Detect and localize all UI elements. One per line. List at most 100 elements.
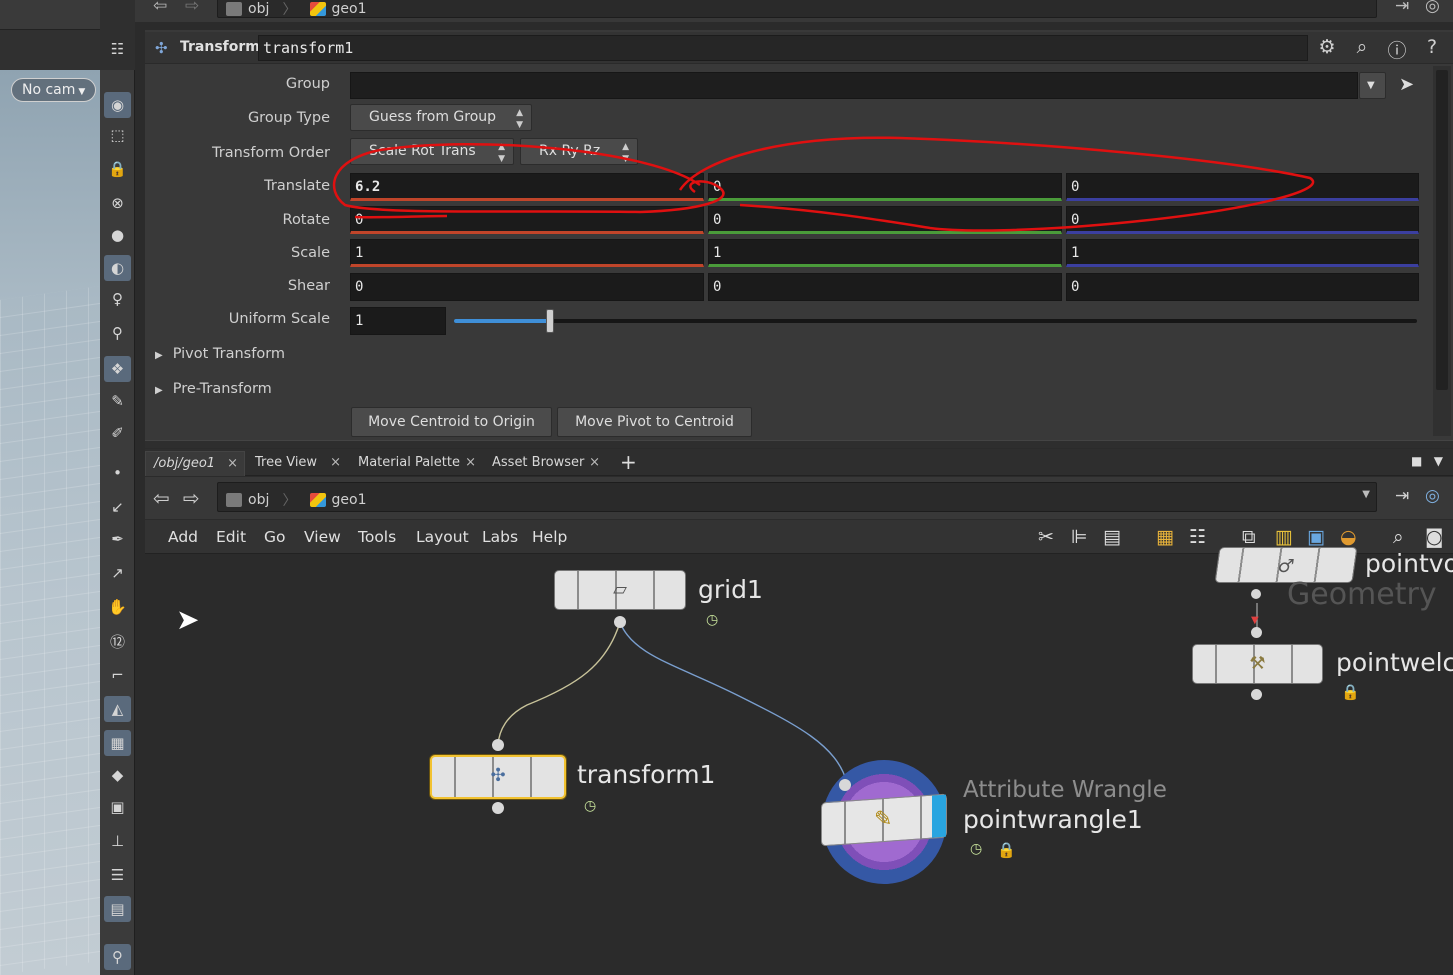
menu-edit[interactable]: Edit [216,528,246,546]
scrollbar-thumb[interactable] [1436,70,1448,390]
link-icon[interactable]: ◎ [1425,0,1440,16]
display-flag-icon[interactable]: ◷ [706,612,718,628]
diamond-icon[interactable]: ◆ [104,762,131,788]
pre-transform-folder[interactable]: ▶ Pre-Transform [155,381,272,397]
image-icon[interactable]: ▤ [104,896,131,922]
lock-icon[interactable]: 🔒 [997,841,1016,859]
scale-z-field[interactable]: 1 [1066,239,1419,267]
corner-icon[interactable]: ⌐ [104,662,131,688]
pane-splitter[interactable] [145,440,1453,448]
object-icon[interactable]: ❖ [104,356,131,382]
tab-obj-geo1[interactable]: /obj/geo1 × [145,451,245,476]
number-icon[interactable]: ⑫ [104,628,131,654]
crumb-obj[interactable]: obj [248,1,269,17]
parameter-scrollbar[interactable] [1433,66,1451,436]
tab-asset-browser[interactable]: Asset Browser × [484,451,606,476]
grid1-node[interactable]: ⏥ [554,570,686,610]
menu-view[interactable]: View [304,528,341,546]
menu-labs[interactable]: Labs [482,528,518,546]
map-icon[interactable]: ▣ [104,794,131,820]
search-icon[interactable]: ⌕ [1393,526,1404,548]
translate-z-field[interactable]: 0 [1066,173,1419,201]
pin-pane-icon[interactable]: ⇥ [1395,0,1409,16]
rotate-order-menu[interactable]: Rx Ry Rz ▲ ▼ [520,138,638,165]
crumb-geo1[interactable]: geo1 [332,1,367,17]
color-palette-icon[interactable]: ▦ [1156,526,1174,548]
display-options-icon[interactable]: ☷ [104,36,131,62]
shear-y-field[interactable]: 0 [708,273,1062,301]
transform1-output-connector[interactable] [492,802,504,814]
camera-light-icon[interactable]: ⚲ [104,320,131,346]
bulb-icon[interactable]: ♀ [104,286,131,312]
forward-arrow-icon[interactable]: ⇨ [183,486,200,510]
brush-icon[interactable]: ✎ [104,388,131,414]
translate-x-field[interactable]: 6.2 [350,173,704,201]
grid-view-icon[interactable]: ☷ [1189,526,1206,548]
translate-y-field[interactable]: 0 [708,173,1062,201]
gear-icon[interactable]: ⚙ [1316,36,1338,63]
camera-menu[interactable]: No cam ▼ [11,78,97,102]
network-image-icon[interactable]: ⧉ [1242,526,1256,548]
transform1-input-connector[interactable] [492,739,504,751]
light-icon[interactable]: ◐ [104,255,131,281]
forward-arrow-icon[interactable]: ⇨ [185,0,199,16]
grid1-output-connector[interactable] [614,616,626,628]
group-type-menu[interactable]: Guess from Group ▲ ▼ [350,104,532,131]
close-icon[interactable]: × [465,451,476,474]
pin-pane-icon[interactable]: ⇥ [1395,486,1409,506]
node-name-field[interactable]: transform1 [258,35,1308,61]
network-editor-canvas[interactable]: ⏥ grid1 ◷ ✣ transform1 ◷ ✎ Attribute Wra… [137,547,1453,975]
point-icon[interactable]: • [104,460,131,486]
menu-help[interactable]: Help [532,528,567,546]
pivot-transform-folder[interactable]: ▶ Pivot Transform [155,346,285,362]
uniform-scale-slider[interactable] [454,319,1417,323]
close-icon[interactable]: × [227,452,238,475]
lock-icon[interactable]: 🔒 [104,156,131,182]
info-icon[interactable]: ⓘ [1386,36,1408,63]
selection-mode-icon[interactable]: ⬚ [104,122,131,148]
rotate-z-field[interactable]: 0 [1066,206,1419,234]
pointweld-node[interactable]: ⚒ [1192,644,1323,684]
menu-add[interactable]: Add [168,528,198,546]
snap-icon[interactable]: ⊗ [104,190,131,216]
axis-icon[interactable]: ⊥ [104,828,131,854]
crumb-geo1[interactable]: geo1 [332,492,367,508]
crumb-obj[interactable]: obj [248,492,269,508]
background-image-icon[interactable]: ▣ [1307,526,1325,548]
pointweld-input-connector[interactable] [1251,627,1262,638]
tree-layout-icon[interactable]: ⊫ [1071,526,1088,548]
shear-z-field[interactable]: 0 [1066,273,1419,301]
shear-x-field[interactable]: 0 [350,273,704,301]
help-icon[interactable]: ? [1421,36,1443,63]
rotate-y-field[interactable]: 0 [708,206,1062,234]
network-breadcrumb[interactable]: obj 〉 geo1 ▼ [217,482,1377,512]
uniform-scale-slider-handle[interactable] [546,309,555,333]
move-centroid-to-origin-button[interactable]: Move Centroid to Origin [351,407,552,437]
path-breadcrumb[interactable]: obj 〉 geo1 [217,0,1377,18]
pen-icon[interactable]: ✒ [104,526,131,552]
paint-icon[interactable]: ✐ [104,420,131,446]
uniform-scale-field[interactable]: 1 [350,307,446,335]
link-icon[interactable]: ◎ [1425,486,1440,506]
tab-material-palette[interactable]: Material Palette × [350,451,482,476]
pane-menu-icon[interactable]: ■ ▼ [1411,454,1443,468]
pointwrangle1-input-connector[interactable] [839,779,851,791]
close-icon[interactable]: × [330,451,341,474]
scene-viewport[interactable]: No cam ▼ [0,0,100,975]
measure-icon[interactable]: ↗ [104,560,131,586]
transform-order-menu[interactable]: Scale Rot Trans ▲ ▼ [350,138,514,165]
add-tab-icon[interactable]: + [620,450,637,474]
group-dropdown-button[interactable]: ▼ [1359,72,1386,99]
pointweld-output-connector[interactable] [1251,689,1262,700]
sticky-note-icon[interactable]: ▥ [1275,526,1293,548]
search-icon[interactable]: ⌕ [1351,36,1373,63]
pointvop-output-connector[interactable] [1251,589,1261,599]
lock-icon[interactable]: 🔒 [1341,683,1360,701]
rotate-x-field[interactable]: 0 [350,206,704,234]
menu-layout[interactable]: Layout [416,528,469,546]
scale-x-field[interactable]: 1 [350,239,704,267]
back-arrow-icon[interactable]: ⇦ [153,0,167,16]
move-pivot-to-centroid-button[interactable]: Move Pivot to Centroid [557,407,752,437]
tab-tree-view[interactable]: Tree View × [247,451,347,476]
close-icon[interactable]: × [589,451,600,474]
